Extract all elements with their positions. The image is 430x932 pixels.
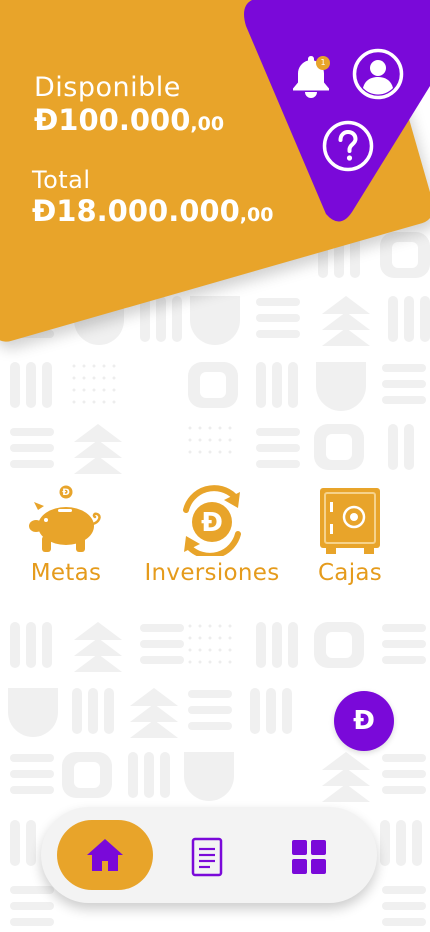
cajas-shortcut[interactable]: Cajas xyxy=(306,484,394,586)
metas-label: Metas xyxy=(30,560,102,586)
profile-button[interactable] xyxy=(352,48,404,100)
available-balance-value: Đ100.000 xyxy=(34,103,191,137)
notifications-button[interactable]: 1 xyxy=(289,52,333,100)
cajas-label: Cajas xyxy=(317,560,383,586)
metas-shortcut[interactable]: Đ Metas xyxy=(20,484,112,586)
bottom-navigation xyxy=(41,807,377,903)
available-balance-label: Disponible xyxy=(34,72,181,103)
currency-exchange-icon: Đ xyxy=(183,485,241,556)
total-balance: Total Đ18.000.000,00 xyxy=(32,166,273,232)
svg-text:Đ: Đ xyxy=(62,488,70,498)
nav-home-button[interactable] xyxy=(57,820,153,890)
total-balance-cents: ,00 xyxy=(239,204,274,226)
nav-apps-button[interactable] xyxy=(283,831,335,883)
total-balance-amount: Đ18.000.000,00 xyxy=(32,194,273,232)
available-balance-amount: Đ100.000,00 xyxy=(34,103,224,141)
currency-fab-button[interactable]: Đ xyxy=(334,691,394,751)
svg-text:Đ: Đ xyxy=(201,508,223,538)
user-circle-icon xyxy=(352,48,404,100)
grid-icon xyxy=(292,840,326,874)
total-balance-label: Total xyxy=(32,166,91,194)
notification-count-badge: 1 xyxy=(316,56,330,70)
nav-documents-button[interactable] xyxy=(181,831,233,883)
safe-icon xyxy=(320,488,380,554)
help-button[interactable] xyxy=(322,120,374,172)
question-circle-icon xyxy=(322,120,374,172)
available-balance-cents: ,00 xyxy=(190,113,225,135)
total-balance-value: Đ18.000.000 xyxy=(32,194,240,228)
currency-coin-icon: Đ xyxy=(353,706,375,736)
inversiones-label: Inversiones xyxy=(144,560,280,586)
piggy-bank-icon: Đ xyxy=(29,485,101,552)
document-icon xyxy=(191,837,223,877)
available-balance: Disponible Đ100.000,00 xyxy=(34,72,224,141)
inversiones-shortcut[interactable]: Đ Inversiones xyxy=(136,484,288,586)
home-icon xyxy=(87,839,123,871)
